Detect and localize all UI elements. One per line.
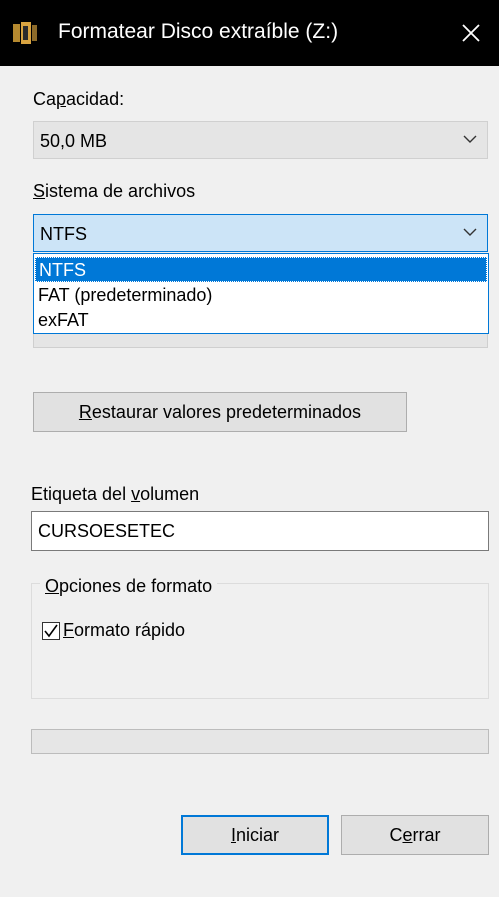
volume-label-input[interactable]: CURSOESETEC bbox=[31, 511, 489, 551]
filesystem-label: Sistema de archivos bbox=[33, 180, 195, 202]
chevron-down-icon bbox=[463, 228, 477, 236]
close-access-key: e bbox=[402, 824, 413, 845]
restore-access-key: R bbox=[78, 401, 92, 422]
start-button[interactable]: Iniciar bbox=[181, 815, 329, 855]
restore-defaults-button[interactable]: Restaurar valores predeterminados bbox=[33, 392, 407, 432]
capacity-value: 50,0 MB bbox=[40, 131, 108, 151]
filesystem-select[interactable]: NTFS bbox=[33, 214, 488, 252]
capacity-label-post: acidad: bbox=[66, 89, 125, 109]
chevron-down-icon bbox=[463, 135, 477, 143]
close-icon bbox=[462, 24, 480, 42]
start-label-post: niciar bbox=[236, 824, 280, 845]
filesystem-option[interactable]: FAT (predeterminado) bbox=[35, 283, 487, 308]
close-window-button[interactable] bbox=[443, 0, 499, 66]
title-bar: Formatear Disco extraíble (Z:) bbox=[0, 0, 499, 66]
window-title: Formatear Disco extraíble (Z:) bbox=[58, 20, 339, 43]
volume-label-access: v bbox=[131, 484, 141, 504]
filesystem-option[interactable]: exFAT bbox=[35, 308, 487, 333]
volume-label-label: Etiqueta del volumen bbox=[31, 483, 199, 505]
quick-format-access: F bbox=[63, 620, 74, 640]
format-options-access: O bbox=[45, 576, 60, 596]
filesystem-value: NTFS bbox=[40, 224, 87, 244]
quick-format-label-post: ormato rápido bbox=[74, 620, 186, 640]
filesystem-option[interactable]: NTFS bbox=[35, 257, 487, 282]
close-label-pre: C bbox=[389, 824, 403, 845]
filesystem-dropdown-list: NTFS FAT (predeterminado) exFAT bbox=[33, 253, 489, 334]
quick-format-label: Formato rápido bbox=[63, 620, 185, 641]
format-progress-bar bbox=[31, 729, 489, 754]
checkmark-icon bbox=[44, 624, 58, 637]
format-options-group bbox=[31, 583, 489, 699]
close-button[interactable]: Ce rrar bbox=[341, 815, 489, 855]
filesystem-label-access: S bbox=[33, 181, 46, 201]
drive-format-icon bbox=[13, 22, 37, 44]
capacity-label: Capacidad: bbox=[33, 88, 124, 110]
checkbox-box[interactable] bbox=[42, 621, 60, 640]
close-label-post: rrar bbox=[412, 824, 441, 845]
format-options-title: Opciones de formato bbox=[40, 575, 218, 597]
filesystem-label-post: istema de archivos bbox=[45, 181, 196, 201]
quick-format-checkbox[interactable]: Formato rápido bbox=[42, 620, 185, 641]
capacity-label-access: p bbox=[56, 89, 67, 109]
format-options-title-post: pciones de formato bbox=[59, 576, 213, 596]
capacity-select[interactable]: 50,0 MB bbox=[33, 121, 488, 159]
capacity-label-pre: Ca bbox=[33, 89, 57, 109]
restore-label-post: estaurar valores predeterminados bbox=[91, 401, 362, 422]
volume-label-pre: Etiqueta del bbox=[31, 484, 132, 504]
volume-label-post: olumen bbox=[140, 484, 200, 504]
